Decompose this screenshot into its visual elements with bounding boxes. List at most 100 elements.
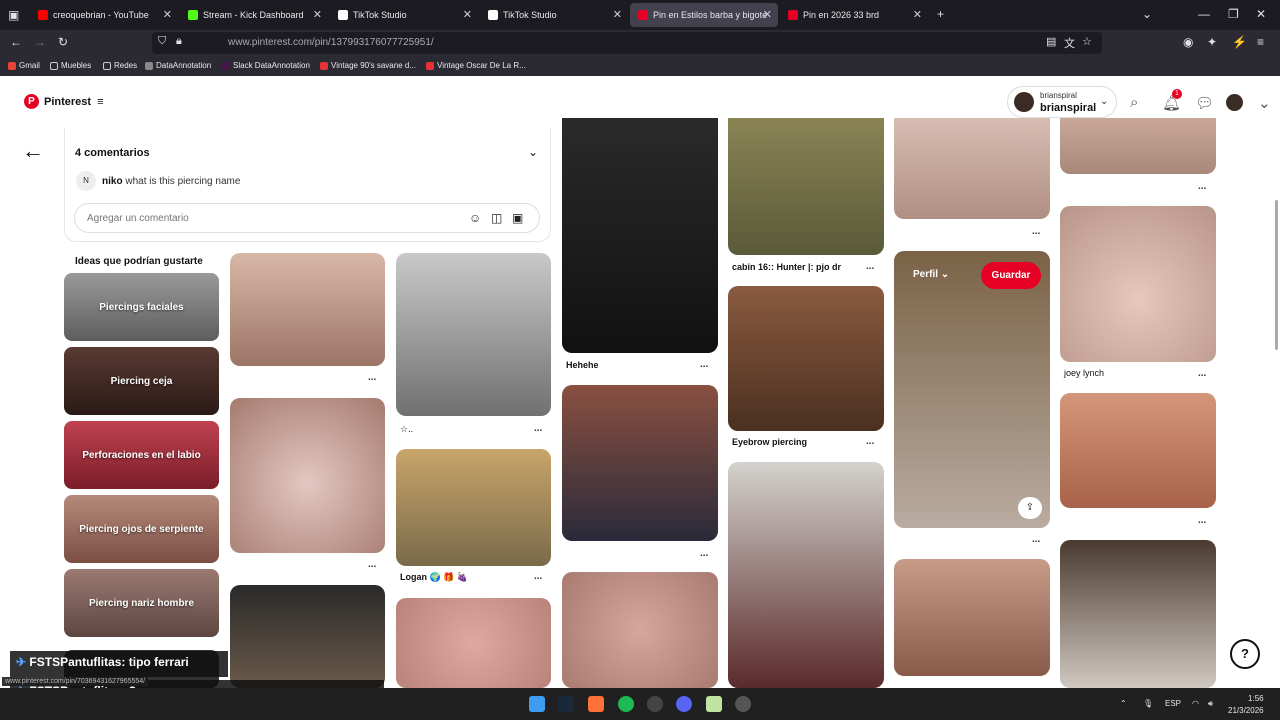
idea-card[interactable]: Piercing ojos de serpiente	[64, 495, 219, 563]
more-options[interactable]: ...	[1198, 368, 1206, 379]
extension-icon[interactable]: ⚡	[1232, 35, 1247, 49]
tray-chevron-icon[interactable]: ⌃	[1120, 699, 1127, 708]
close-icon[interactable]: ✕	[313, 8, 322, 21]
spotify-icon[interactable]	[618, 696, 634, 712]
bookmark-gmail[interactable]: Gmail	[8, 61, 40, 70]
hamburger-icon[interactable]: ≡	[97, 96, 103, 108]
comment-input[interactable]: Agregar un comentario ☺ ◫ ▣	[74, 203, 540, 233]
more-options[interactable]: ...	[368, 559, 376, 570]
bookmark-star-icon[interactable]: ☆	[1082, 35, 1092, 48]
idea-card[interactable]: Piercings faciales	[64, 273, 219, 341]
idea-card[interactable]: Piercing ceja	[64, 347, 219, 415]
pin-image[interactable]	[1060, 393, 1216, 508]
tab-youtube[interactable]: creoquebrian - YouTube ✕	[30, 3, 178, 27]
bookmark-slack[interactable]: Slack DataAnnotation	[222, 61, 310, 70]
more-options[interactable]: ...	[534, 571, 542, 582]
back-icon[interactable]: ←	[10, 35, 22, 49]
tab-pinterest-active[interactable]: Pin en Estilos barba y bigote ✕	[630, 3, 778, 27]
forward-icon[interactable]: →	[34, 35, 46, 49]
idea-card[interactable]: Perforaciones en el labio	[64, 421, 219, 489]
clock[interactable]: 1:56 21/3/2026	[1228, 693, 1264, 717]
tab-list-icon[interactable]: ▣	[8, 8, 19, 22]
pin-title[interactable]: ☆..	[400, 424, 413, 435]
account-switcher[interactable]: brianspiral brianspiral ⌄	[1007, 86, 1117, 118]
bookmark-vintage-2[interactable]: Vintage Oscar De La R...	[426, 61, 526, 70]
sticker-icon[interactable]: ◫	[491, 211, 502, 225]
pin-image[interactable]	[562, 572, 718, 688]
more-options[interactable]: ...	[368, 372, 376, 383]
more-options[interactable]: ...	[866, 261, 874, 272]
close-icon[interactable]: ✕	[463, 8, 472, 21]
chevron-down-icon[interactable]: ⌄	[1258, 94, 1271, 112]
tab-tiktok-1[interactable]: TikTok Studio ✕	[330, 3, 478, 27]
save-button[interactable]: Guardar	[981, 262, 1041, 289]
lock-icon[interactable]: 🔒︎	[176, 35, 182, 48]
more-options[interactable]: ...	[1032, 226, 1040, 237]
pin-title[interactable]: Eyebrow piercing	[732, 437, 807, 447]
account-icon[interactable]: ◉	[1183, 35, 1193, 49]
mic-icon[interactable]: 🎙︎	[1143, 699, 1153, 708]
start-icon[interactable]	[529, 696, 545, 712]
language-indicator[interactable]: ESP	[1165, 699, 1181, 708]
reload-icon[interactable]: ↻	[58, 35, 68, 49]
restore-icon[interactable]: ❐	[1228, 7, 1239, 21]
share-icon[interactable]: ⇪	[1018, 497, 1042, 519]
pin-image[interactable]	[728, 118, 884, 255]
search-icon[interactable]: ⌕	[1130, 94, 1138, 111]
pin-image[interactable]	[728, 462, 884, 688]
more-options[interactable]: ...	[700, 548, 708, 559]
idea-card[interactable]: Piercing nariz hombre	[64, 569, 219, 637]
pin-image[interactable]	[230, 253, 385, 366]
more-options[interactable]: ...	[1198, 181, 1206, 192]
pin-image[interactable]	[396, 449, 551, 566]
tab-tiktok-2[interactable]: TikTok Studio ✕	[480, 3, 628, 27]
menu-icon[interactable]: ≡	[1257, 35, 1264, 49]
close-window-icon[interactable]: ✕	[1256, 7, 1266, 21]
help-button[interactable]: ?	[1230, 639, 1260, 669]
pin-image-hovered[interactable]	[894, 251, 1050, 528]
profile-avatar[interactable]	[1226, 94, 1243, 111]
pin-image[interactable]	[230, 398, 385, 553]
minimize-icon[interactable]: —	[1198, 7, 1210, 21]
close-icon[interactable]: ✕	[763, 8, 772, 21]
tab-pinterest-2[interactable]: Pin en 2026 33 brd ✕	[780, 3, 928, 27]
more-options[interactable]: ...	[534, 423, 542, 434]
chevron-down-icon[interactable]: ⌄	[1142, 7, 1152, 21]
pin-title[interactable]: Logan 🌍 🎁 🍇	[400, 572, 468, 583]
close-icon[interactable]: ✕	[913, 8, 922, 21]
media-player-icon[interactable]	[735, 696, 751, 712]
pin-image[interactable]	[396, 253, 551, 416]
profile-dropdown[interactable]: Perfil ⌄	[913, 269, 949, 280]
bookmark-vintage-1[interactable]: Vintage 90's savane d...	[320, 61, 416, 70]
pin-title[interactable]: joey lynch	[1064, 368, 1104, 378]
firefox-icon[interactable]	[588, 696, 604, 712]
image-icon[interactable]: ▣	[512, 211, 523, 225]
pinterest-logo[interactable]: P Pinterest ≡	[24, 94, 104, 109]
tab-kick[interactable]: Stream - Kick Dashboard ✕	[180, 3, 328, 27]
pin-image[interactable]	[562, 118, 718, 353]
emoji-icon[interactable]: ☺	[469, 211, 481, 225]
pin-image[interactable]	[562, 385, 718, 541]
volume-icon[interactable]: 🔊︎	[1208, 699, 1213, 709]
pin-image[interactable]	[1060, 118, 1216, 174]
pin-image[interactable]	[728, 286, 884, 431]
discord-icon[interactable]	[676, 696, 692, 712]
more-options[interactable]: ...	[1032, 534, 1040, 545]
close-icon[interactable]: ✕	[163, 8, 172, 21]
more-options[interactable]: ...	[700, 359, 708, 370]
bookmark-muebles[interactable]: Muebles	[50, 61, 91, 70]
close-icon[interactable]: ✕	[613, 8, 622, 21]
steam-icon[interactable]	[558, 696, 574, 712]
more-options[interactable]: ...	[1198, 515, 1206, 526]
pin-title[interactable]: cabin 16:: Hunter |: pjo dr	[732, 262, 841, 272]
pin-title[interactable]: Hehehe	[566, 360, 599, 370]
translate-icon[interactable]: 文	[1064, 35, 1075, 51]
pin-image[interactable]	[396, 598, 551, 688]
shield-icon[interactable]: ⛉	[158, 35, 166, 48]
new-tab-icon[interactable]: +	[937, 7, 944, 21]
reader-icon[interactable]: ▤	[1046, 35, 1056, 48]
obs-icon[interactable]	[647, 696, 663, 712]
pin-image[interactable]	[230, 585, 385, 688]
extensions-icon[interactable]: ✦	[1207, 35, 1217, 49]
messages-icon[interactable]: 💬︎	[1195, 94, 1214, 112]
